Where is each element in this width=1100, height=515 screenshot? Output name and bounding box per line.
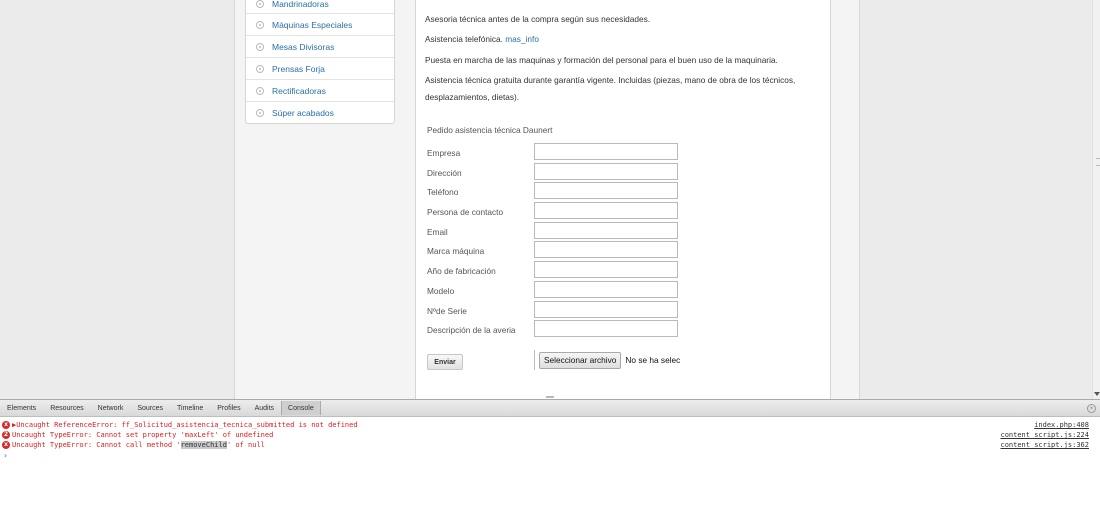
tab-elements[interactable]: Elements [0,401,43,415]
label-empresa: Empresa [427,148,461,158]
paragraph-asistencia-gratuita: Asistencia técnica gratuita durante gara… [425,75,796,102]
error-message: Uncaught TypeError: Cannot call method '… [12,440,265,450]
scroll-grip-icon[interactable] [1096,158,1100,166]
error-text: ' of null [226,441,265,449]
numero-serie-input[interactable] [534,301,678,318]
select-file-button[interactable]: Seleccionar archivo [539,351,622,369]
error-message[interactable]: ▶Uncaught ReferenceError: ff_Solicitud_a… [12,420,358,430]
console-error-line: x ▶Uncaught ReferenceError: ff_Solicitud… [0,420,1100,430]
devtools-resize-handle[interactable] [546,396,554,398]
label-numero-serie: Nºde Serie [427,306,467,316]
devtools-toolbar: Elements Resources Network Sources Timel… [0,399,1100,417]
console-prompt[interactable]: › [3,451,8,461]
browser-viewport: Mandrinadoras Máquinas Especiales Mesas … [0,0,1100,399]
sidebar-item-label: Mandrinadoras [272,0,329,9]
sidebar-item-prensas-forja[interactable]: Prensas Forja [246,57,394,79]
error-text: ▶Uncaught ReferenceError: ff_Solicitud_a… [12,421,358,429]
circle-bullet-icon [256,64,264,73]
sidebar-item-label: Máquinas Especiales [272,19,353,30]
file-upload-input[interactable]: Seleccionar archivo No se ha selec [534,350,685,370]
sidebar-item-label: Mesas Divisoras [272,41,335,52]
error-count-badge: 2 [2,431,10,439]
console-panel: x ▶Uncaught ReferenceError: ff_Solicitud… [0,417,1100,515]
page-scrollbar[interactable] [1092,0,1100,399]
circle-bullet-icon [256,86,264,95]
close-icon[interactable]: × [1087,404,1096,413]
circle-bullet-icon [256,0,264,8]
sidebar-item-mandrinadoras[interactable]: Mandrinadoras [246,0,394,13]
error-source-link[interactable]: content_script.js:224 [1000,430,1089,440]
sidebar-item-super-acabados[interactable]: Súper acabados [246,101,394,123]
error-icon: x [2,421,10,429]
error-source-link[interactable]: content_script.js:362 [1000,440,1089,450]
label-persona-contacto: Persona de contacto [427,207,504,217]
error-message: Uncaught TypeError: Cannot set property … [12,430,273,440]
console-error-line: 2 Uncaught TypeError: Cannot set propert… [0,430,1100,440]
tab-profiles[interactable]: Profiles [210,401,247,415]
circle-bullet-icon [256,108,264,117]
console-error-line: x Uncaught TypeError: Cannot call method… [0,440,1100,450]
marca-maquina-input[interactable] [534,241,678,258]
modelo-input[interactable] [534,281,678,298]
mas-info-link[interactable]: mas_info [505,34,539,44]
tab-timeline[interactable]: Timeline [170,401,210,415]
label-marca-maquina: Marca máquina [427,246,485,256]
tab-audits[interactable]: Audits [248,401,281,415]
error-text: Uncaught TypeError: Cannot set property … [12,431,274,439]
label-descripcion-averia: Descripción de la averia [427,325,516,335]
descripcion-averia-input[interactable] [534,320,678,337]
sidebar-item-mesas-divisoras[interactable]: Mesas Divisoras [246,35,394,57]
sidebar-item-maquinas-especiales[interactable]: Máquinas Especiales [246,13,394,35]
paragraph-asesoria: Asesoria técnica antes de la compra segú… [425,14,651,24]
enviar-button[interactable]: Enviar [427,354,463,370]
label-telefono: Teléfono [427,187,459,197]
sidebar-item-label: Súper acabados [272,107,334,118]
sidebar-item-label: Rectificadoras [272,85,326,96]
tab-network[interactable]: Network [91,401,131,415]
category-sidebar: Mandrinadoras Máquinas Especiales Mesas … [245,0,395,124]
ano-fabricacion-input[interactable] [534,261,678,278]
label-modelo: Modelo [427,286,455,296]
scroll-down-arrow-icon[interactable] [1093,390,1100,398]
sidebar-item-rectificadoras[interactable]: Rectificadoras [246,79,394,101]
error-text-highlight: removeChild [180,441,227,449]
empresa-input[interactable] [534,143,678,160]
sidebar-item-label: Prensas Forja [272,63,325,74]
paragraph-puesta-en-marcha: Puesta en marcha de las maquinas y forma… [425,55,778,65]
main-article: Asesoria técnica antes de la compra segú… [415,0,831,399]
file-status-text: No se ha selec [625,355,681,365]
error-source-link[interactable]: index.php:408 [1034,420,1089,430]
direccion-input[interactable] [534,163,678,180]
circle-bullet-icon [256,20,264,29]
form-title: Pedido asistencia técnica Daunert [427,125,553,135]
paragraph-text: Asistencia telefónica. [425,34,503,44]
tab-console[interactable]: Console [281,401,321,415]
circle-bullet-icon [256,42,264,51]
telefono-input[interactable] [534,182,678,199]
paragraph-asistencia-telefonica: Asistencia telefónica. mas_info [425,31,821,48]
label-direccion: Dirección [427,168,462,178]
tab-sources[interactable]: Sources [130,401,170,415]
persona-contacto-input[interactable] [534,202,678,219]
label-ano-fabricacion: Año de fabricación [427,266,496,276]
tab-resources[interactable]: Resources [43,401,90,415]
email-input[interactable] [534,222,678,239]
error-text: Uncaught TypeError: Cannot call method ' [12,441,181,449]
error-icon: x [2,441,10,449]
label-email: Email [427,227,448,237]
